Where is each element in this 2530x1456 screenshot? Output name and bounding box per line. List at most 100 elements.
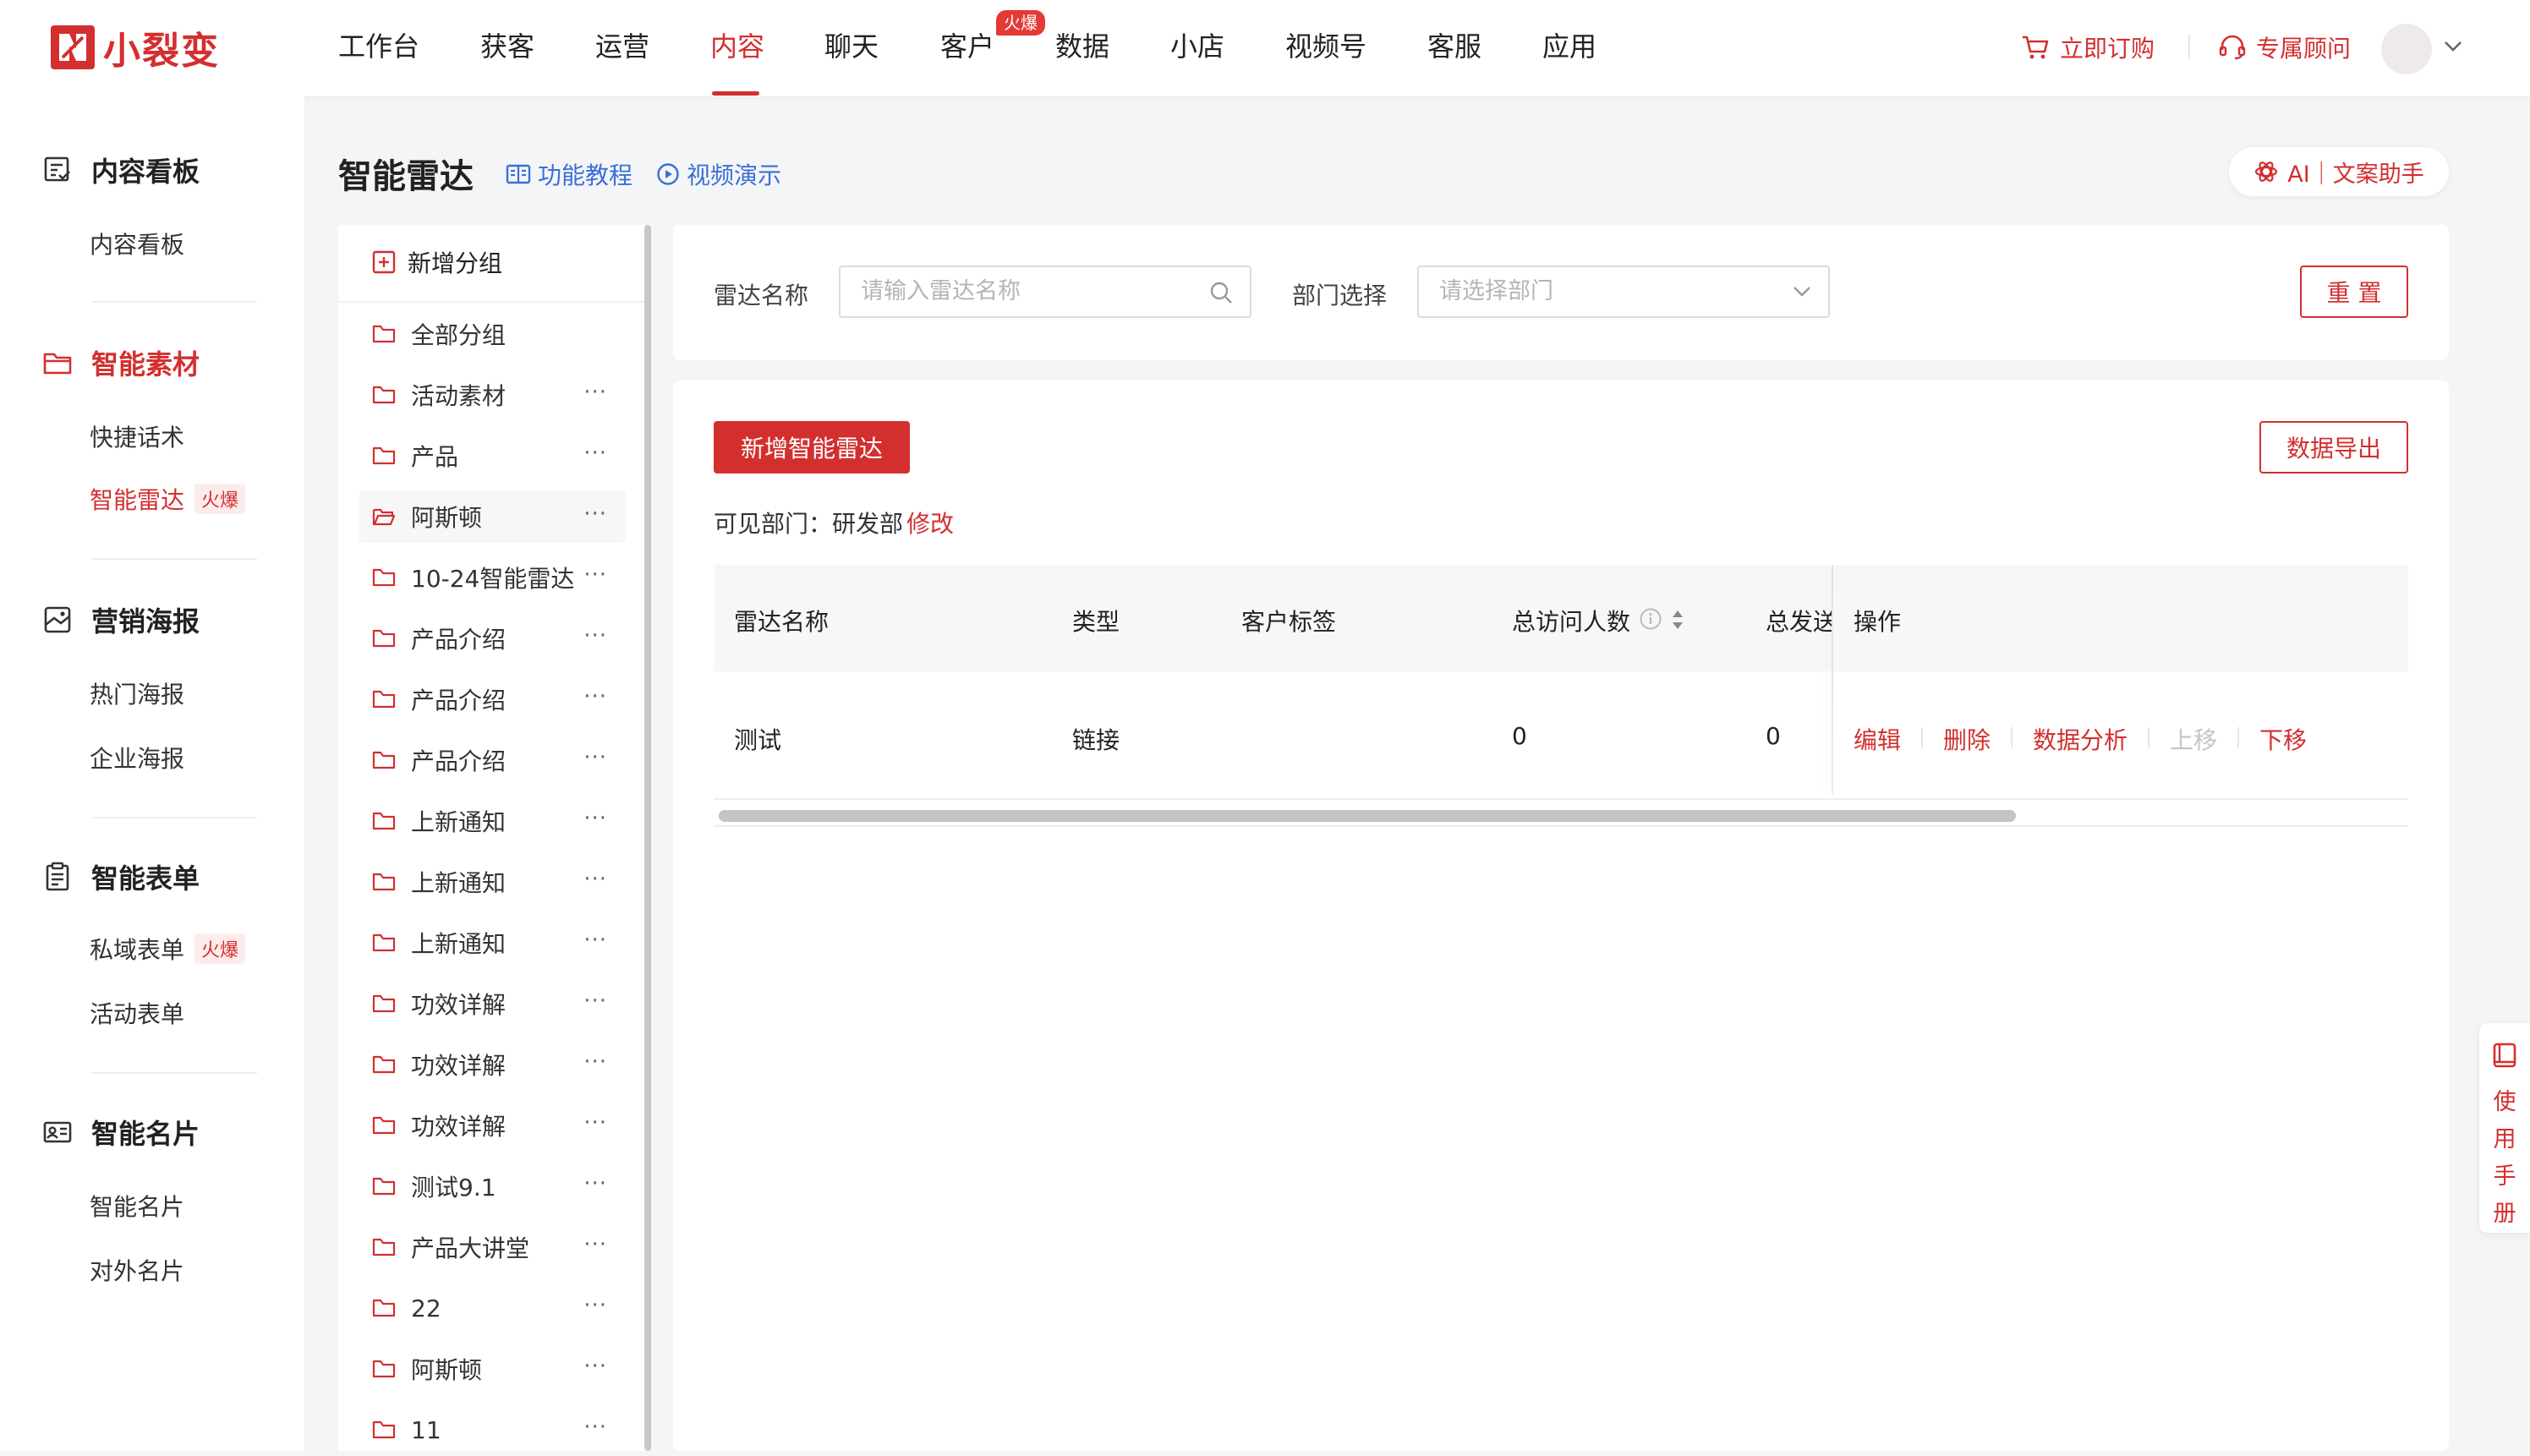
more-options-icon[interactable]: ··· (583, 1355, 607, 1377)
sidebar-section-smart-material[interactable]: 智能素材 (42, 343, 200, 382)
sidebar-item-event-form[interactable]: 活动表单 (90, 996, 184, 1030)
group-scrollbar[interactable] (644, 225, 651, 1451)
nav-data[interactable]: 数据 (1055, 25, 1109, 71)
more-options-icon[interactable]: ··· (583, 442, 607, 464)
more-options-icon[interactable]: ··· (583, 625, 607, 647)
op-separator (1921, 727, 1923, 747)
chevron-down-icon[interactable] (2444, 41, 2462, 52)
group-item[interactable]: 功效详解 ··· (359, 977, 626, 1030)
more-options-icon[interactable]: ··· (583, 1173, 607, 1195)
more-options-icon[interactable]: ··· (583, 564, 607, 586)
nav-service[interactable]: 客服 (1427, 25, 1481, 71)
more-options-icon[interactable]: ··· (583, 1234, 607, 1256)
group-item[interactable]: 阿斯顿 ··· (359, 1343, 626, 1395)
group-item[interactable]: 产品 ··· (359, 430, 626, 482)
group-item[interactable]: 22 ··· (359, 1282, 626, 1334)
more-options-icon[interactable]: ··· (583, 747, 607, 769)
nav-acquire[interactable]: 获客 (480, 25, 534, 71)
sidebar-item-smart-card[interactable]: 智能名片 (90, 1189, 184, 1223)
radar-name-input[interactable]: 请输入雷达名称 (839, 265, 1251, 318)
sidebar-section-smart-card[interactable]: 智能名片 (42, 1113, 200, 1152)
advisor-link[interactable]: 专属顾问 (2219, 30, 2351, 64)
move-down-link[interactable]: 下移 (2259, 722, 2307, 756)
group-item[interactable]: 产品介绍 ··· (359, 673, 626, 725)
video-demo-link[interactable]: 视频演示 (656, 157, 781, 191)
more-options-icon[interactable]: ··· (583, 381, 607, 403)
sidebar-section-content-board[interactable]: 内容看板 (42, 151, 200, 189)
more-options-icon[interactable]: ··· (583, 1295, 607, 1316)
more-options-icon[interactable]: ··· (583, 1112, 607, 1134)
sidebar-item-quick-script[interactable]: 快捷话术 (90, 419, 184, 453)
more-options-icon[interactable]: ··· (583, 686, 607, 708)
nav-chat[interactable]: 聊天 (824, 25, 879, 71)
more-options-icon[interactable]: ··· (583, 1051, 607, 1073)
group-item[interactable]: 上新通知 ··· (359, 917, 626, 969)
group-item[interactable]: 全部分组 (359, 308, 626, 360)
sidebar-item-hot-poster[interactable]: 热门海报 (90, 676, 184, 710)
group-item[interactable]: 阿斯顿 ··· (359, 490, 626, 543)
group-item-label: 产品介绍 (411, 626, 507, 654)
export-data-button[interactable]: 数据导出 (2259, 421, 2408, 473)
nav-operate[interactable]: 运营 (595, 25, 649, 71)
dept-select-placeholder: 请选择部门 (1439, 278, 1553, 304)
group-item[interactable]: 功效详解 ··· (359, 1038, 626, 1091)
group-item[interactable]: 上新通知 ··· (359, 795, 626, 847)
sidebar-section-title: 内容看板 (91, 156, 200, 188)
brand-logo[interactable]: 小裂变 (51, 24, 220, 73)
more-options-icon[interactable]: ··· (583, 503, 607, 525)
dept-select[interactable]: 请选择部门 (1417, 265, 1830, 318)
more-options-icon[interactable]: ··· (583, 929, 607, 951)
group-item[interactable]: 功效详解 ··· (359, 1099, 626, 1152)
more-options-icon[interactable]: ··· (583, 868, 607, 890)
nav-workbench[interactable]: 工作台 (338, 25, 419, 71)
sidebar-item-label: 对外名片 (90, 1257, 185, 1285)
group-item[interactable]: 活动素材 ··· (359, 369, 626, 421)
group-item[interactable]: 产品大讲堂 ··· (359, 1221, 626, 1273)
sidebar-item-smart-radar[interactable]: 智能雷达 火爆 (90, 482, 246, 516)
nav-content[interactable]: 内容 (710, 25, 764, 71)
group-item[interactable]: 测试9.1 ··· (359, 1160, 626, 1212)
reset-button[interactable]: 重 置 (2300, 265, 2408, 318)
table-row-divider (714, 798, 2408, 800)
sidebar-item-private-form[interactable]: 私域表单 火爆 (90, 932, 246, 966)
sidebar-section-smart-form[interactable]: 智能表单 (42, 857, 200, 896)
group-item[interactable]: 11 ··· (359, 1404, 626, 1456)
add-group-label: 新增分组 (408, 249, 503, 277)
more-options-icon[interactable]: ··· (583, 990, 607, 1012)
ai-copywriter-button[interactable]: AI｜文案助手 (2229, 147, 2449, 196)
sidebar-item-label: 智能名片 (90, 1193, 185, 1221)
col-operations: 操作 (1854, 608, 1902, 636)
sort-icon[interactable] (1671, 609, 1684, 631)
group-item[interactable]: 产品介绍 ··· (359, 734, 626, 786)
tutorial-link[interactable]: 功能教程 (506, 157, 632, 191)
edit-dept-link[interactable]: 修改 (906, 510, 954, 538)
nav-apps[interactable]: 应用 (1542, 25, 1596, 71)
more-options-icon[interactable]: ··· (583, 807, 607, 829)
sidebar-section-marketing-poster[interactable]: 营销海报 (42, 600, 200, 639)
group-item[interactable]: 上新通知 ··· (359, 856, 626, 908)
table-hscroll-thumb[interactable] (719, 810, 2016, 822)
group-item[interactable]: 10-24智能雷达 ··· (359, 551, 626, 604)
order-now-link[interactable]: 立即订购 (2021, 30, 2155, 64)
sidebar-item-content-board[interactable]: 内容看板 (90, 227, 184, 260)
nav-channels[interactable]: 视频号 (1285, 25, 1366, 71)
delete-link[interactable]: 删除 (1943, 722, 1991, 756)
user-avatar[interactable] (2381, 24, 2432, 74)
group-item-label: 全部分组 (411, 321, 507, 349)
video-demo-label: 视频演示 (687, 161, 782, 189)
col-total-visitors: 总访问人数 (1512, 608, 1631, 636)
sidebar-item-external-card[interactable]: 对外名片 (90, 1253, 184, 1287)
data-analysis-link[interactable]: 数据分析 (2033, 722, 2128, 756)
add-group-button[interactable]: 新增分组 (372, 245, 502, 279)
nav-shop[interactable]: 小店 (1170, 25, 1224, 71)
group-item[interactable]: 产品介绍 ··· (359, 612, 626, 665)
nav-customer[interactable]: 客户 (940, 25, 994, 71)
sidebar-item-company-poster[interactable]: 企业海报 (90, 741, 184, 775)
chevron-down-icon (1793, 286, 1811, 298)
add-radar-button[interactable]: 新增智能雷达 (714, 421, 910, 473)
more-options-icon[interactable]: ··· (583, 1416, 607, 1438)
edit-link[interactable]: 编辑 (1854, 722, 1901, 756)
cell-radar-name: 测试 (734, 726, 782, 754)
visible-dept-text: 可见部门：研发部 (714, 510, 904, 538)
user-manual-button[interactable]: 使 用 手 册 (2479, 1023, 2530, 1233)
